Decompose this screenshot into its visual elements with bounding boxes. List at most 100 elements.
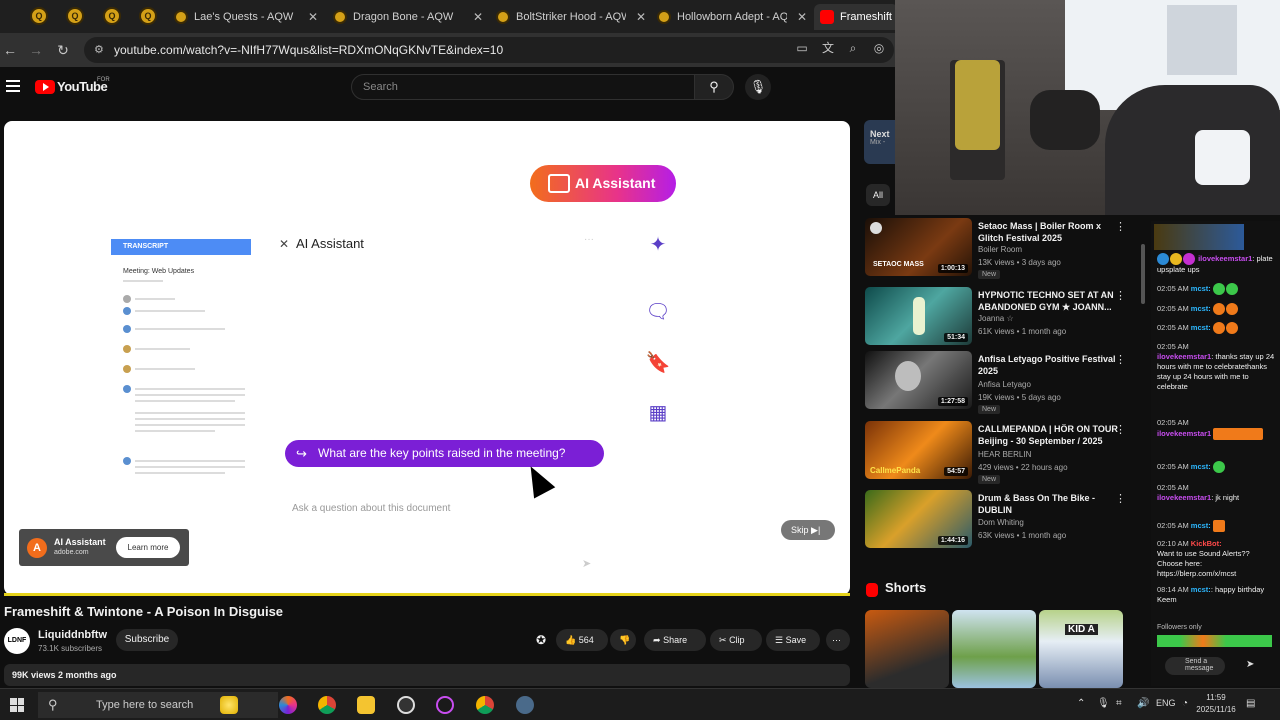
widgets-icon[interactable] bbox=[220, 696, 238, 714]
thumbs-up-icon: 👍 bbox=[565, 635, 577, 645]
browser-tab[interactable]: BoltStriker Hood - AQW ✕ bbox=[490, 4, 650, 30]
youtube-logo-icon[interactable] bbox=[35, 80, 55, 94]
chrome-icon[interactable] bbox=[476, 696, 494, 714]
duration-badge: 1:27:58 bbox=[937, 397, 968, 406]
chat-scrollbar[interactable] bbox=[1141, 244, 1145, 304]
close-icon[interactable]: ✕ bbox=[632, 10, 650, 24]
send-icon: ➤ bbox=[1246, 659, 1255, 670]
chat-time: 02:05 AM bbox=[1157, 283, 1189, 293]
cast-icon[interactable]: ▭ bbox=[794, 40, 810, 56]
video-player[interactable]: AI Assistant TRANSCRIPT Meeting: Web Upd… bbox=[4, 121, 850, 595]
close-icon[interactable]: ✕ bbox=[793, 10, 811, 24]
app-icon[interactable] bbox=[516, 696, 534, 714]
hype-icon[interactable]: ✪ bbox=[536, 633, 546, 647]
share-button[interactable]: ➦ Share bbox=[644, 629, 706, 651]
pinned-tab[interactable]: Q bbox=[30, 7, 48, 25]
video-thumbnail[interactable]: 51:34 bbox=[865, 287, 972, 345]
clip-button[interactable]: ✂ Clip bbox=[710, 629, 762, 651]
translate-icon[interactable]: 文 bbox=[820, 40, 836, 56]
file-explorer-icon[interactable] bbox=[357, 696, 375, 714]
recommendation-item[interactable]: 1:44:16 Drum & Bass On The Bike - DUBLIN… bbox=[865, 490, 1143, 548]
pinned-tab[interactable]: Q bbox=[139, 7, 157, 25]
doc-line bbox=[135, 348, 190, 350]
video-thumbnail[interactable]: 1:44:16 bbox=[865, 490, 972, 548]
taskbar-search[interactable]: ⚲ Type here to search bbox=[38, 692, 278, 718]
close-icon[interactable]: ✕ bbox=[469, 10, 487, 24]
chip-all[interactable]: All bbox=[866, 184, 890, 206]
windows-start-icon[interactable] bbox=[10, 698, 24, 712]
save-label: Save bbox=[785, 635, 807, 645]
pinned-tab[interactable]: Q bbox=[103, 7, 121, 25]
obs-icon[interactable] bbox=[397, 696, 415, 714]
doc-line bbox=[135, 430, 215, 432]
video-thumbnail[interactable]: SETAOC MASS 1:00:13 bbox=[865, 218, 972, 276]
taskbar-clock[interactable]: 11:59 2025/11/16 bbox=[1196, 692, 1236, 716]
language-indicator[interactable]: ENG bbox=[1156, 698, 1176, 708]
next-up-panel[interactable]: Next Mix - bbox=[864, 120, 896, 164]
more-vertical-icon[interactable]: ⋮ bbox=[1115, 492, 1126, 505]
action-center-icon[interactable]: ▤ bbox=[1246, 698, 1255, 709]
pinned-tab[interactable]: Q bbox=[66, 7, 84, 25]
more-vertical-icon[interactable]: ⋮ bbox=[1115, 353, 1126, 366]
app-icon[interactable] bbox=[436, 696, 454, 714]
recommendation-item[interactable]: CallmePanda 54:57 CALLMEPANDA | HÖR ON T… bbox=[865, 421, 1143, 484]
save-button[interactable]: ☰ Save bbox=[766, 629, 820, 651]
recommendation-item[interactable]: 51:34 HYPNOTIC TECHNO SET AT AN ABANDONE… bbox=[865, 287, 1143, 345]
description-box[interactable]: 99K views 2 months ago bbox=[4, 664, 850, 686]
back-icon[interactable]: ← bbox=[0, 40, 20, 60]
reload-icon[interactable]: ↻ bbox=[53, 40, 73, 60]
recommendation-channel: Anfisa Letyago bbox=[978, 380, 1031, 389]
browser-tab[interactable]: Dragon Bone - AQW ✕ bbox=[327, 4, 487, 30]
url-bar[interactable]: ⚙ youtube.com/watch?v=-NIfH77Wqus&list=R… bbox=[84, 37, 894, 63]
chrome-icon[interactable] bbox=[318, 696, 336, 714]
network-icon[interactable]: ⌗ bbox=[1116, 698, 1122, 709]
short-thumbnail[interactable]: KID A bbox=[1039, 610, 1123, 688]
more-actions-button[interactable]: ⋯ bbox=[826, 629, 850, 651]
microphone-icon[interactable]: 🎙 bbox=[1097, 698, 1110, 709]
doc-line bbox=[135, 328, 225, 330]
search-button[interactable]: ⚲ bbox=[694, 74, 734, 100]
browser-tab-active[interactable]: Frameshift & bbox=[814, 4, 898, 30]
forward-icon[interactable]: → bbox=[26, 40, 46, 60]
recommendation-item[interactable]: SETAOC MASS 1:00:13 Setaoc Mass | Boiler… bbox=[865, 218, 1143, 279]
ad-info-card[interactable]: A AI Assistant adobe.com Learn more bbox=[19, 529, 189, 566]
voice-search-button[interactable]: 🎙 bbox=[745, 74, 771, 100]
learn-more-button[interactable]: Learn more bbox=[116, 537, 180, 558]
channel-name[interactable]: Liquiddnbftw bbox=[38, 629, 107, 641]
browser-tab[interactable]: Hollowborn Adept - AQ ✕ bbox=[651, 4, 811, 30]
notification-bell-icon[interactable]: ◔ bbox=[1182, 698, 1188, 709]
short-thumbnail[interactable] bbox=[952, 610, 1036, 688]
skip-ad-button[interactable]: Skip ▶| bbox=[781, 520, 835, 540]
chat-username: ilovekeemstar1 bbox=[1157, 428, 1212, 438]
scissors-icon: ✂ bbox=[719, 635, 727, 645]
ad-progress-bar[interactable] bbox=[4, 593, 850, 596]
browser-tab[interactable]: Lae's Quests - AQW ✕ bbox=[168, 4, 322, 30]
volume-icon[interactable]: 🔊 bbox=[1137, 698, 1149, 709]
doc-line bbox=[135, 412, 245, 414]
subscribe-button[interactable]: Subscribe bbox=[116, 629, 178, 651]
close-icon[interactable]: ✕ bbox=[304, 10, 322, 24]
tracking-icon[interactable]: ◎ bbox=[871, 40, 887, 56]
menu-icon[interactable] bbox=[6, 80, 20, 92]
more-vertical-icon[interactable]: ⋮ bbox=[1115, 220, 1126, 233]
site-info-icon[interactable]: ⚙ bbox=[94, 37, 104, 63]
search-input[interactable]: Search bbox=[351, 74, 695, 100]
channel-avatar[interactable]: LDNF bbox=[4, 628, 30, 654]
taskbar-search-text: Type here to search bbox=[96, 699, 194, 711]
shorts-icon bbox=[866, 583, 878, 597]
more-vertical-icon[interactable]: ⋮ bbox=[1115, 289, 1126, 302]
dislike-button[interactable]: 👎 bbox=[610, 629, 636, 651]
video-thumbnail[interactable]: 1:27:58 bbox=[865, 351, 972, 409]
chat-time: 02:05 AM bbox=[1157, 520, 1189, 530]
video-thumbnail[interactable]: CallmePanda 54:57 bbox=[865, 421, 972, 479]
more-vertical-icon[interactable]: ⋮ bbox=[1115, 423, 1126, 436]
short-thumbnail[interactable] bbox=[865, 610, 949, 688]
zoom-icon[interactable]: ⌕ bbox=[845, 40, 861, 56]
new-badge: New bbox=[978, 270, 1001, 279]
app-icon[interactable] bbox=[279, 696, 297, 714]
recommendation-item[interactable]: 1:27:58 Anfisa Letyago Positive Festival… bbox=[865, 351, 1143, 414]
like-button[interactable]: 👍 564 bbox=[556, 629, 608, 651]
chat-message: 02:05 AM ilovekeemstar1: thanks stay up 2… bbox=[1157, 342, 1277, 392]
chevron-up-icon[interactable]: ⌃ bbox=[1077, 698, 1085, 709]
microphone-icon: 🎙 bbox=[749, 79, 767, 94]
